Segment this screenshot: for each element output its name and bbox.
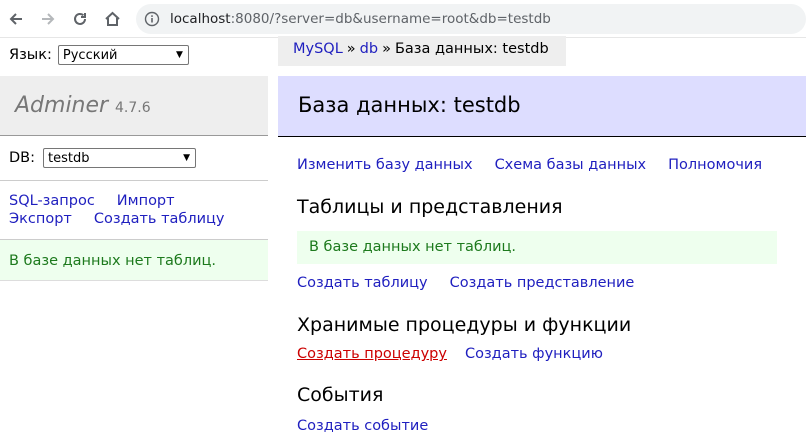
menu-no-tables-message: В базе данных нет таблиц. <box>0 240 268 281</box>
tables-section-title: Таблицы и представления <box>297 196 563 218</box>
home-icon <box>104 11 120 26</box>
url-host: localhost <box>170 11 231 27</box>
create-view-link[interactable]: Создать представление <box>450 275 635 291</box>
back-button[interactable] <box>3 6 29 32</box>
create-function-link[interactable]: Создать функцию <box>465 346 603 362</box>
events-actions: Создать событие <box>297 418 428 434</box>
routines-section-title: Хранимые процедуры и функции <box>297 314 632 336</box>
language-row: Язык: Русский ▼ <box>9 44 189 66</box>
db-actions: Изменить базу данных Схема базы данных Пол… <box>297 157 784 173</box>
page-title: База данных: testdb <box>298 93 521 117</box>
language-select[interactable]: Русский ▼ <box>57 45 189 65</box>
db-select-row: DB: testdb ▼ <box>9 148 196 168</box>
db-select-value: testdb <box>48 150 90 166</box>
routines-actions: Создать процедуру Создать функцию <box>297 346 621 362</box>
page-header: База данных: testdb <box>278 76 806 137</box>
sql-command-link[interactable]: SQL-запрос <box>9 193 95 209</box>
address-bar[interactable]: localhost:8080/?server=db&username=root&… <box>136 4 806 34</box>
dropdown-arrow-icon: ▼ <box>183 153 190 163</box>
alter-database-link[interactable]: Изменить базу данных <box>297 157 473 173</box>
language-label: Язык: <box>9 47 52 63</box>
breadcrumb-separator: » <box>382 41 391 57</box>
db-select[interactable]: testdb ▼ <box>43 148 196 168</box>
info-icon[interactable] <box>144 11 160 31</box>
url-path: :8080/?server=db&username=root&db=testdb <box>230 11 551 27</box>
breadcrumb-separator: » <box>346 41 356 57</box>
breadcrumb-driver-link[interactable]: MySQL <box>293 41 343 57</box>
app-name-link[interactable]: Adminer <box>15 93 108 118</box>
browser-toolbar: localhost:8080/?server=db&username=root&… <box>0 0 806 38</box>
reload-icon <box>74 12 86 25</box>
db-label: DB: <box>9 150 35 166</box>
forward-button[interactable] <box>35 6 61 32</box>
create-procedure-link[interactable]: Создать процедуру <box>297 346 447 362</box>
create-table-link[interactable]: Создать таблицу <box>297 275 428 291</box>
divider <box>0 180 268 181</box>
menu-links: SQL-запрос Импорт Экспорт Создать таблицу <box>9 192 247 228</box>
breadcrumb-current: База данных: testdb <box>394 41 549 57</box>
url-text: localhost:8080/?server=db&username=root&… <box>170 10 551 28</box>
breadcrumb: MySQL» db» База данных: testdb <box>278 36 566 66</box>
reload-button[interactable] <box>67 6 93 32</box>
import-link[interactable]: Импорт <box>117 193 175 209</box>
forward-arrow-icon <box>42 13 55 25</box>
breadcrumb-server-link[interactable]: db <box>360 41 378 57</box>
language-select-value: Русский <box>62 47 118 63</box>
events-section-title: События <box>297 384 384 406</box>
menu-create-table-link[interactable]: Создать таблицу <box>94 211 225 227</box>
privileges-link[interactable]: Полномочия <box>668 157 762 173</box>
app-version: 4.7.6 <box>115 100 151 116</box>
no-tables-message: В базе данных нет таблиц. <box>297 231 777 264</box>
tables-actions: Создать таблицу Создать представление <box>297 275 656 291</box>
export-link[interactable]: Экспорт <box>9 211 72 227</box>
app-header: Adminer 4.7.6 <box>0 76 268 136</box>
dropdown-arrow-icon: ▼ <box>175 50 183 60</box>
home-button[interactable] <box>99 6 125 32</box>
database-schema-link[interactable]: Схема базы данных <box>495 157 647 173</box>
back-arrow-icon <box>9 13 22 25</box>
create-event-link[interactable]: Создать событие <box>297 418 428 434</box>
